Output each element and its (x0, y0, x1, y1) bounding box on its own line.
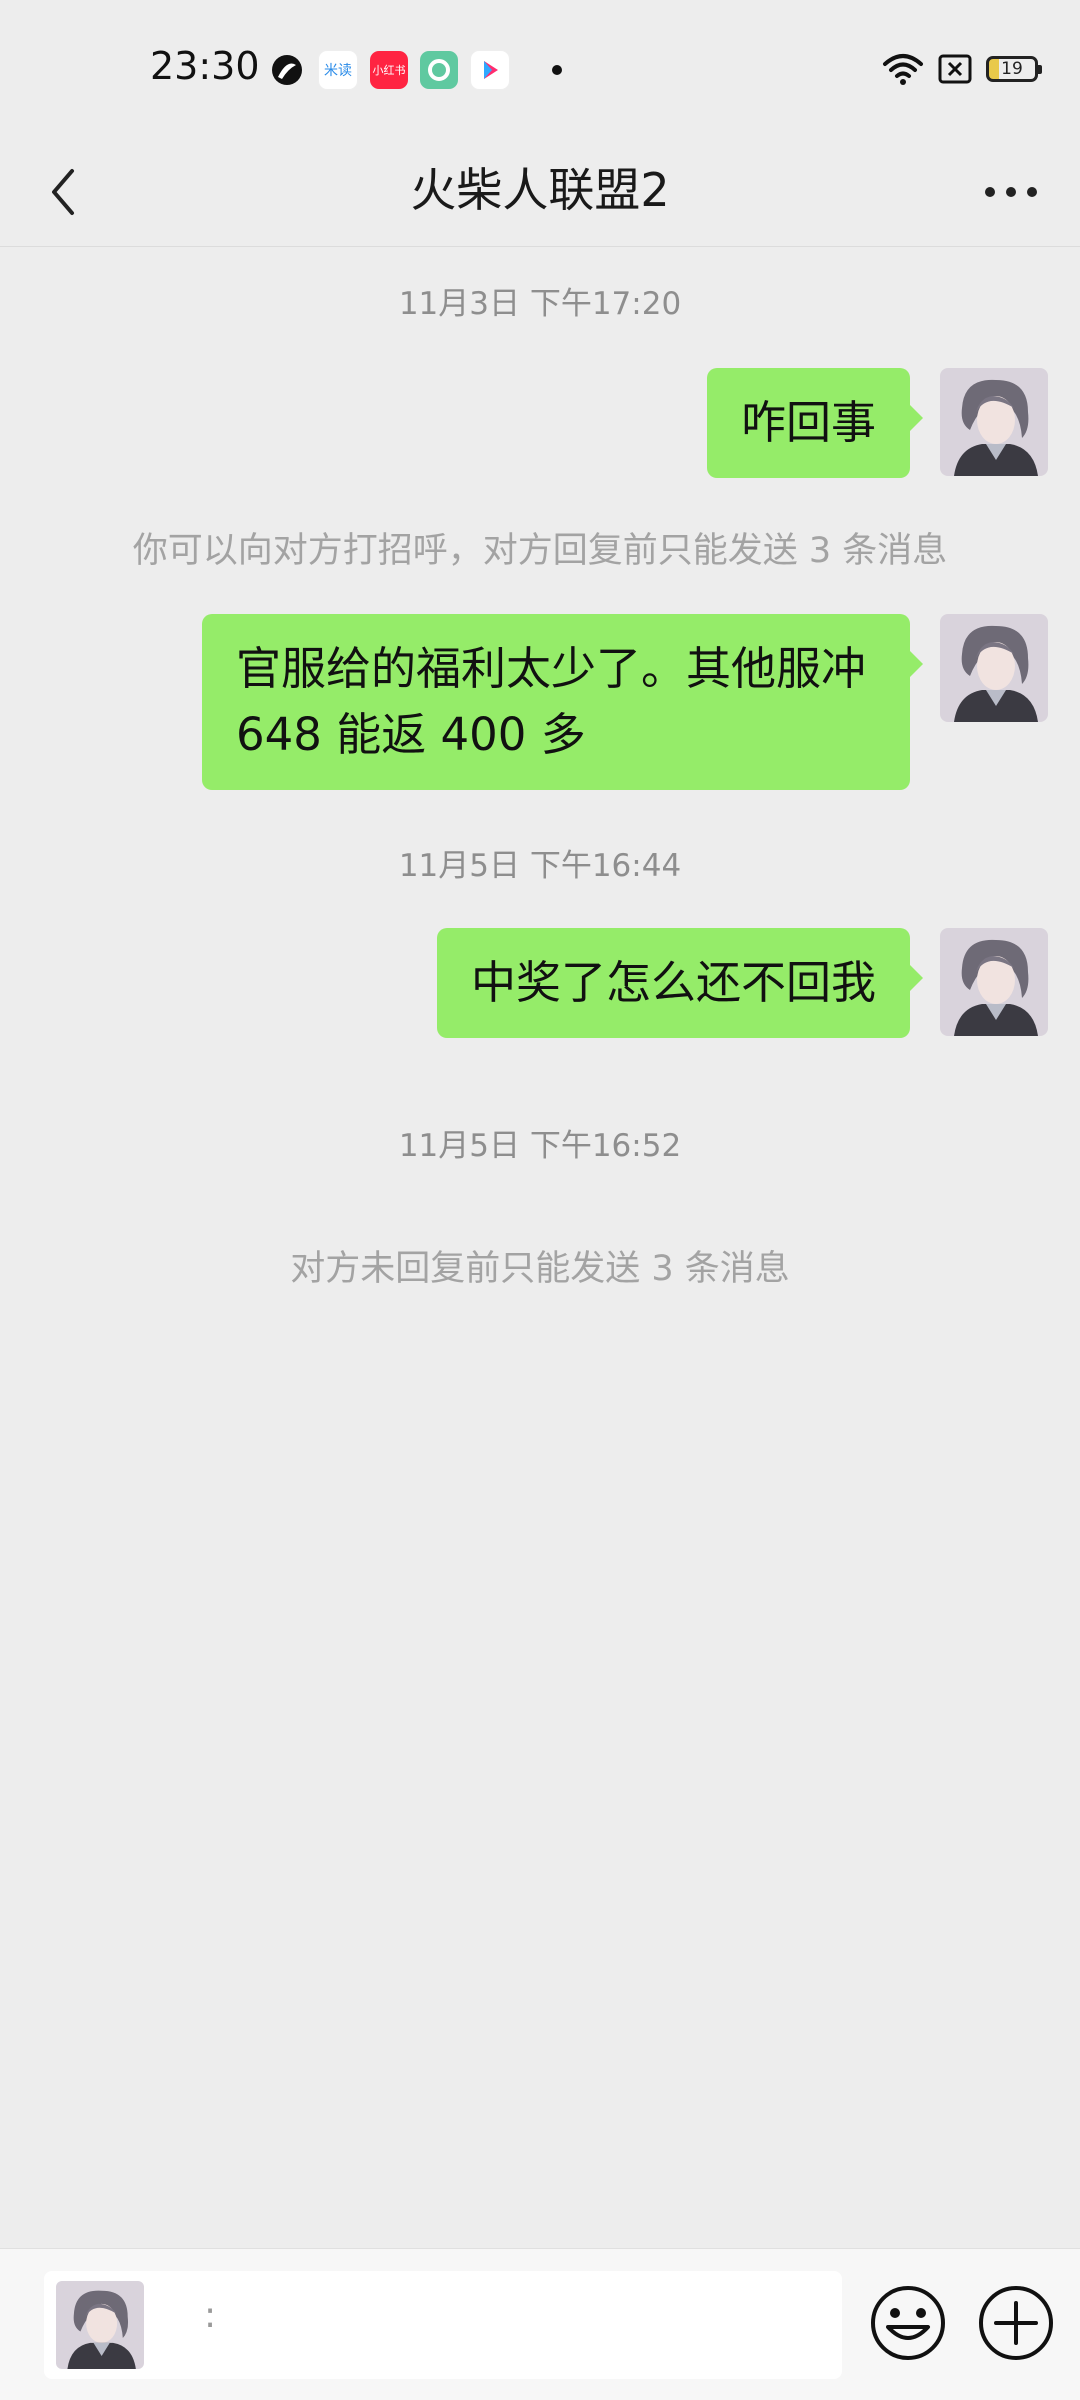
status-indicators: 19 (882, 52, 1042, 86)
avatar-portrait (940, 368, 1048, 476)
message-line: 官服给的福利太少了。其他服冲 (236, 642, 867, 695)
battery-indicator: 19 (986, 56, 1042, 82)
green-app-icon (420, 51, 458, 89)
chat-header: 火柴人联盟2 (0, 142, 1080, 247)
sent-message-bubble[interactable]: 咋回事 (706, 368, 924, 478)
no-sim-icon (938, 54, 972, 84)
system-notice: 你可以向对方打招呼，对方回复前只能发送 3 条消息 (132, 531, 948, 571)
emoji-button[interactable] (868, 2283, 948, 2363)
input-text: : (204, 2295, 217, 2336)
message-timestamp: 11月5日 下午16:44 (398, 848, 682, 884)
zhihu-like-icon (268, 51, 306, 89)
smiley-icon (871, 2286, 945, 2360)
notification-icons: 米读 小红书 (268, 50, 562, 90)
avatar-portrait (940, 928, 1048, 1036)
status-bar: 23:30 米读 小红书 19 (0, 0, 1080, 142)
input-avatar[interactable] (56, 2281, 144, 2369)
xiaohongshu-icon: 小红书 (370, 51, 408, 89)
chat-screen: 23:30 米读 小红书 19 火柴人联盟2 11月3日 下午17:20 咋回事… (0, 0, 1080, 2400)
more-functions-button[interactable] (976, 2283, 1056, 2363)
more-notifications-dot (552, 65, 562, 75)
more-dots-icon (985, 187, 1037, 197)
message-timestamp: 11月3日 下午17:20 (398, 286, 682, 322)
more-options-button[interactable] (966, 152, 1056, 232)
wifi-icon (883, 54, 923, 85)
user-avatar[interactable] (940, 614, 1048, 722)
sent-message-bubble[interactable]: 官服给的福利太少了。其他服冲 648 能返 400 多 (202, 614, 923, 790)
youku-icon (470, 50, 510, 90)
message-timestamp: 11月5日 下午16:52 (398, 1128, 682, 1164)
avatar-portrait (56, 2281, 144, 2369)
user-avatar[interactable] (940, 928, 1048, 1036)
avatar-portrait (940, 614, 1048, 722)
input-bar: : (0, 2248, 1080, 2400)
plus-circle-icon (979, 2286, 1053, 2360)
midu-icon: 米读 (318, 50, 358, 90)
user-avatar[interactable] (940, 368, 1048, 476)
status-time: 23:30 (150, 44, 260, 88)
chat-title: 火柴人联盟2 (410, 163, 670, 217)
sent-message-bubble[interactable]: 中奖了怎么还不回我 (436, 928, 924, 1038)
message-line: 648 能返 400 多 (236, 708, 586, 761)
message-input[interactable]: : (44, 2271, 842, 2379)
system-notice: 对方未回复前只能发送 3 条消息 (290, 1249, 790, 1289)
